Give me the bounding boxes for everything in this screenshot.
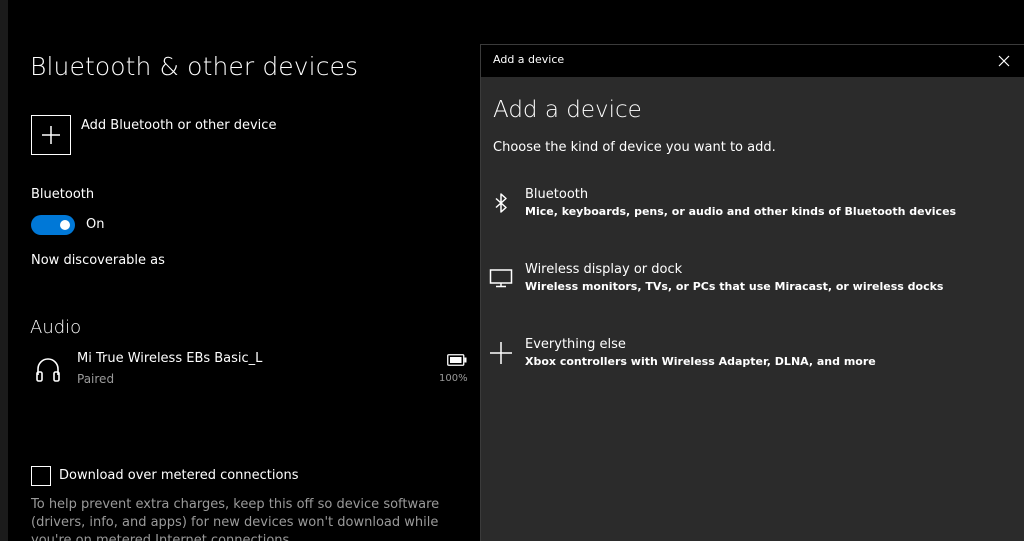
dialog-heading: Add a device: [493, 97, 642, 123]
add-device-button[interactable]: Add Bluetooth or other device: [31, 115, 351, 157]
audio-device-item[interactable]: Mi True Wireless EBs Basic_L Paired 100%: [31, 348, 471, 392]
option-description: Xbox controllers with Wireless Adapter, …: [525, 355, 876, 368]
headphones-icon: [36, 358, 60, 382]
metered-checkbox-row[interactable]: Download over metered connections: [31, 466, 351, 486]
add-box: [31, 115, 71, 155]
page-title: Bluetooth & other devices: [30, 52, 359, 81]
option-everything-else[interactable]: Everything else Xbox controllers with Wi…: [481, 337, 1024, 389]
option-description: Mice, keyboards, pens, or audio and othe…: [525, 205, 957, 218]
dialog-close-button[interactable]: [984, 45, 1024, 77]
add-device-label: Add Bluetooth or other device: [81, 118, 277, 133]
option-title: Wireless display or dock: [525, 262, 683, 277]
option-wireless-display[interactable]: Wireless display or dock Wireless monito…: [481, 262, 1024, 314]
monitor-icon: [489, 269, 513, 288]
bluetooth-icon: [495, 193, 507, 213]
close-icon: [998, 55, 1010, 67]
metered-help-text: To help prevent extra charges, keep this…: [31, 497, 440, 541]
option-description: Wireless monitors, TVs, or PCs that use …: [525, 280, 944, 293]
screen: Bluetooth & other devices Add Bluetooth …: [0, 0, 1024, 541]
settings-page: Bluetooth & other devices Add Bluetooth …: [0, 0, 482, 541]
battery-percent: 100%: [439, 373, 468, 384]
option-bluetooth[interactable]: Bluetooth Mice, keyboards, pens, or audi…: [481, 187, 1024, 239]
bluetooth-toggle-state: On: [86, 217, 105, 232]
audio-device-status: Paired: [77, 372, 115, 386]
dialog-titlebar: Add a device: [481, 45, 1024, 77]
dialog-titlebar-label: Add a device: [493, 53, 565, 66]
metered-label: Download over metered connections: [59, 468, 299, 483]
plus-icon: [42, 126, 60, 144]
battery-icon: [447, 354, 467, 366]
settings-nav-edge: [0, 0, 8, 541]
toggle-knob: [60, 220, 70, 230]
add-device-dialog: Add a device Add a device Choose the kin…: [480, 44, 1024, 541]
metered-checkbox[interactable]: [31, 466, 51, 486]
plus-icon: [490, 342, 512, 364]
discoverable-text: Now discoverable as: [31, 253, 165, 268]
bluetooth-heading: Bluetooth: [31, 187, 95, 202]
bluetooth-toggle[interactable]: [31, 215, 75, 235]
audio-device-name: Mi True Wireless EBs Basic_L: [77, 351, 263, 366]
audio-heading: Audio: [30, 317, 82, 338]
option-title: Bluetooth: [525, 187, 589, 202]
dialog-subtitle: Choose the kind of device you want to ad…: [493, 140, 776, 155]
option-title: Everything else: [525, 337, 626, 352]
